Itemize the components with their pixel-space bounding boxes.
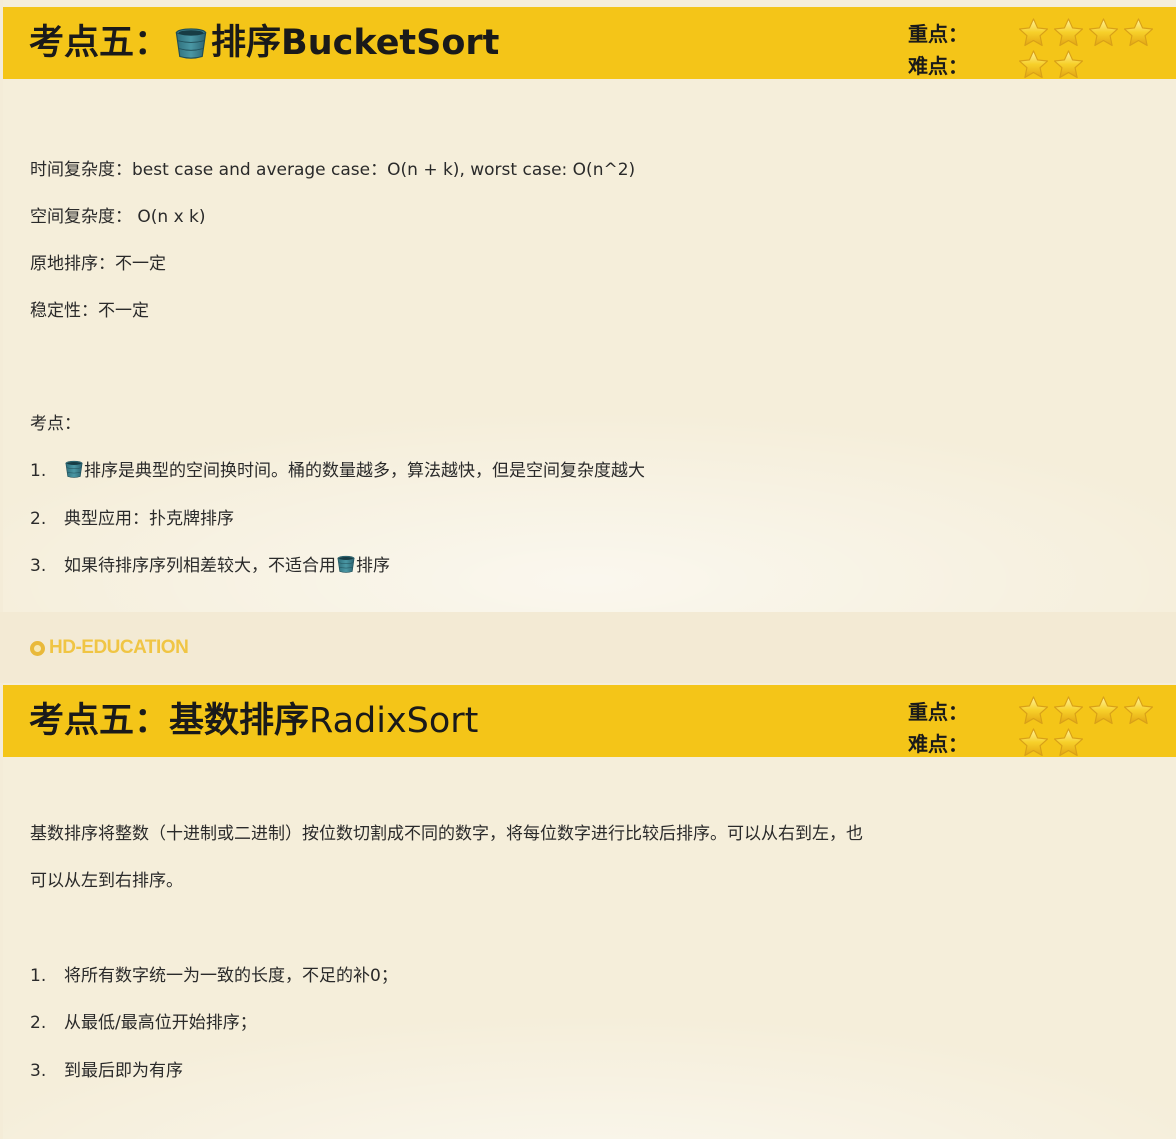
time-complexity: 时间复杂度：best case and average case：O(n + k… [30, 160, 636, 180]
difficulty-label: 难点： [908, 53, 968, 78]
slide-title: 考点五：基数排序 RadixSort [29, 685, 478, 757]
list-number: 2. [30, 509, 47, 529]
list-number: 1. [30, 966, 47, 986]
list-text: 到最后即为有序 [64, 1061, 183, 1081]
list-text: 将所有数字统一为一致的长度，不足的补0； [64, 966, 398, 986]
radix-sort-slide: 考点五：基数排序 RadixSort 重点： 难点： 基数排序将整数（十进制或二… [3, 683, 1176, 1139]
difficulty-label: 难点： [908, 731, 968, 756]
ratings: 重点： 难点： [908, 15, 1168, 75]
bucket-icon [173, 25, 209, 61]
list-item: 1. 排序是典型的空间换时间。桶的数量越多，算法越快，但是空间复杂度越大 [30, 456, 645, 481]
importance-label: 重点： [908, 21, 968, 46]
list-item: 2. 从最低/最高位开始排序； [30, 1008, 257, 1033]
star-icon [1053, 695, 1084, 726]
list-item: 3. 到最后即为有序 [30, 1056, 183, 1081]
importance-rating: 重点： [908, 695, 1154, 725]
ratings: 重点： 难点： [908, 693, 1168, 753]
title-text: 排序BucketSort [211, 23, 500, 63]
slide-title: 考点五： 排序BucketSort [29, 7, 499, 79]
list-text: 排序是典型的空间换时间。桶的数量越多，算法越快，但是空间复杂度越大 [84, 461, 645, 481]
star-icon [1018, 17, 1049, 48]
star-icon [1053, 17, 1084, 48]
star-icon [1018, 727, 1049, 758]
list-number: 3. [30, 556, 47, 576]
list-text: 从最低/最高位开始排序； [64, 1013, 257, 1033]
description-line: 基数排序将整数（十进制或二进制）按位数切割成不同的数字，将每位数字进行比较后排序… [30, 824, 863, 844]
list-text: 典型应用：扑克牌排序 [64, 509, 234, 529]
difficulty-rating: 难点： [908, 727, 1084, 757]
logo-mark-icon [30, 640, 45, 656]
points-heading: 考点： [30, 414, 81, 434]
list-item: 1. 将所有数字统一为一致的长度，不足的补0； [30, 961, 398, 986]
list-item: 3. 如果待排序序列相差较大，不适合用 排序 [30, 551, 390, 576]
star-icon [1088, 17, 1119, 48]
star-icon [1053, 727, 1084, 758]
description-line: 可以从左到右排序。 [30, 871, 183, 891]
title-prefix: 考点五： [29, 23, 170, 63]
star-icon [1018, 695, 1049, 726]
difficulty-stars [1018, 49, 1084, 80]
importance-label: 重点： [908, 699, 968, 724]
bucket-icon [336, 554, 356, 574]
importance-stars [1018, 695, 1154, 726]
title-text: RadixSort [309, 701, 479, 741]
star-icon [1053, 49, 1084, 80]
bucket-sort-slide: 考点五： 排序BucketSort 重点： 难点： 时间复杂度：best cas… [3, 0, 1176, 612]
list-item: 2. 典型应用：扑克牌排序 [30, 504, 234, 529]
star-icon [1123, 17, 1154, 48]
importance-stars [1018, 17, 1154, 48]
list-text-tail: 排序 [356, 556, 390, 576]
list-number: 2. [30, 1013, 47, 1033]
difficulty-stars [1018, 727, 1084, 758]
list-text: 如果待排序序列相差较大，不适合用 [64, 556, 336, 576]
slide-title-banner: 考点五：基数排序 RadixSort 重点： 难点： [3, 685, 1176, 757]
stability: 稳定性：不一定 [30, 301, 149, 321]
bucket-icon [64, 459, 84, 479]
in-place: 原地排序：不一定 [30, 254, 166, 274]
star-icon [1018, 49, 1049, 80]
star-icon [1123, 695, 1154, 726]
list-number: 3. [30, 1061, 47, 1081]
list-number: 1. [30, 461, 47, 481]
slide-title-banner: 考点五： 排序BucketSort 重点： 难点： [3, 7, 1176, 79]
difficulty-rating: 难点： [908, 49, 1084, 79]
title-prefix: 考点五：基数排序 [29, 701, 310, 741]
space-complexity: 空间复杂度： O(n x k) [30, 207, 206, 227]
star-icon [1088, 695, 1119, 726]
importance-rating: 重点： [908, 17, 1154, 47]
hd-education-logo: HD-EDUCATION [30, 636, 189, 660]
logo-text: HD-EDUCATION [49, 637, 189, 658]
